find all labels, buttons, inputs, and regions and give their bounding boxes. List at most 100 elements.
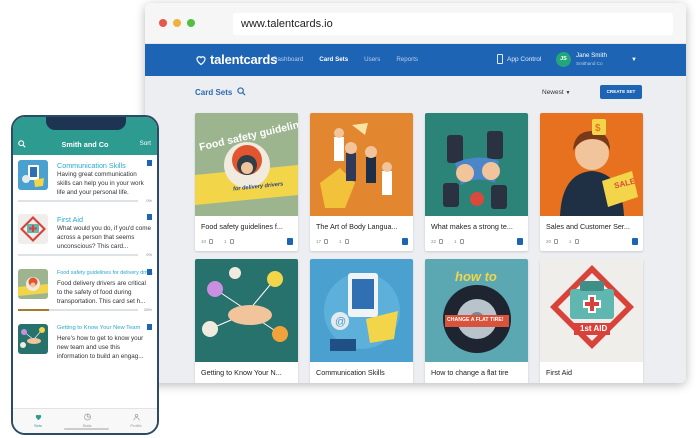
tab-sets-label: Sets [33,423,42,428]
item-title: Food safety guidelines for delivery driv… [57,270,154,276]
card-image: how to CHANGE A FLAT TIRE! [425,259,528,362]
card-meta: 20 1 [546,239,579,244]
heart-icon [196,55,206,65]
list-item[interactable]: Getting to Know Your New Team Here's how… [18,324,152,374]
card-image [425,113,528,216]
tab-stats[interactable]: Stats [72,413,102,428]
status-badge [287,238,293,245]
card-title: Food safety guidelines f... [201,222,283,231]
search-icon[interactable] [237,87,246,96]
item-thumbnail [18,324,48,354]
nav-links: Dashboard Card Sets Users Reports [273,56,418,63]
create-set-button[interactable]: CREATE SET [600,85,642,99]
card-title: Communication Skills [316,368,385,377]
phone-title: Smith and Co [61,140,109,149]
tab-profile[interactable]: Profile [121,413,151,428]
item-thumbnail [18,269,48,299]
sort-dropdown[interactable]: Newest ▼ [542,89,570,96]
avatar[interactable]: JS [556,52,571,67]
sort-button[interactable]: Sort [140,140,151,147]
status-badge [147,269,152,275]
nav-card-sets[interactable]: Card Sets [319,56,348,63]
status-badge [517,238,523,245]
users-icon [459,239,464,244]
svg-text:$: $ [595,123,601,134]
tab-sets[interactable]: Sets [23,413,53,428]
browser-window: www.talentcards.io talentcards Dashboard… [145,3,686,383]
pie-chart-icon [83,413,91,421]
card-image: $ SALE [540,113,643,216]
maximize-window-dot[interactable] [187,19,195,27]
nav-users[interactable]: Users [364,56,380,63]
card-set[interactable]: $ SALE Sales and Customer Ser... 20 1 [540,113,643,251]
users-count: 1 [569,239,572,244]
card-image: 1st AID [540,259,643,362]
list-item[interactable]: First Aid What would you do, if you'd co… [18,214,152,264]
svg-text:@: @ [335,316,346,328]
card-set[interactable]: What makes a strong te... 22 1 [425,113,528,251]
card-set[interactable]: @ Communication Skills [310,259,413,383]
users-count: 1 [339,239,342,244]
card-image: @ [310,259,413,362]
card-title: First Aid [546,368,572,377]
user-company: Smithand Co [576,61,603,66]
tab-profile-label: Profile [130,423,142,428]
sort-label: Newest [542,89,564,96]
card-title: How to change a flat tire [431,368,509,377]
list-item[interactable]: Communication Skills Having great commun… [18,160,152,210]
card-set[interactable]: how to CHANGE A FLAT TIRE! How to change… [425,259,528,383]
mobile-phone: Smith and Co Sort Communication Skills H… [11,115,159,435]
nav-dashboard[interactable]: Dashboard [273,56,303,63]
chevron-down-icon[interactable]: ▼ [631,57,637,63]
card-set[interactable]: Food safety guidelines for delivery driv… [195,113,298,251]
cards-count: 17 [316,239,322,244]
card-set[interactable]: Getting to Know Your N... [195,259,298,383]
page-title: Card Sets [195,88,233,97]
user-icon [133,414,139,421]
app-control-button[interactable]: App Control [497,54,541,64]
mobile-phone-icon [497,54,503,64]
list-item[interactable]: Food safety guidelines for delivery driv… [18,269,154,319]
progress-bar [18,254,138,256]
chevron-down-icon: ▼ [565,90,571,96]
status-badge [402,238,408,245]
card-title: The Art of Body Langua... [316,222,398,231]
phone-notch [46,117,126,130]
card-title: Getting to Know Your N... [201,368,282,377]
logo[interactable]: talentcards [195,52,277,67]
phone-header: Smith and Co Sort [13,117,157,155]
cards-count: 22 [431,239,437,244]
user-menu[interactable]: Jane Smith Smithand Co [576,52,607,68]
status-badge [147,160,152,166]
card-meta: 17 1 [316,239,349,244]
change-flat-tire-text: CHANGE A FLAT TIRE! [447,317,504,323]
top-nav: talentcards Dashboard Card Sets Users Re… [145,44,686,76]
home-indicator [64,428,109,430]
cards-icon [439,239,444,244]
card-meta: 22 1 [431,239,464,244]
item-description: What would you do, if you'd come across … [57,225,151,250]
users-icon [229,239,234,244]
item-description: Food delivery drivers are critical to th… [57,280,146,305]
item-title: Getting to Know Your New Team [57,325,141,331]
card-title: Sales and Customer Ser... [546,222,630,231]
users-count: 1 [454,239,457,244]
item-thumbnail [18,160,48,190]
close-window-dot[interactable] [159,19,167,27]
main-content: Card Sets Newest ▼ CREATE SET Food safet… [145,76,686,383]
status-badge [632,238,638,245]
bottom-tab-bar: Sets Stats Profile [13,408,157,433]
user-name: Jane Smith [576,52,607,59]
address-bar[interactable]: www.talentcards.io [233,13,673,35]
card-image [310,113,413,216]
item-description: Here's how to get to know your new team … [57,335,144,360]
browser-chrome: www.talentcards.io [145,3,686,44]
cards-count: 10 [201,239,207,244]
users-icon [344,239,349,244]
nav-reports[interactable]: Reports [396,56,418,63]
progress-percent: 26% [143,307,152,312]
minimize-window-dot[interactable] [173,19,181,27]
card-set[interactable]: 1st AID First Aid [540,259,643,383]
how-to-text: how to [455,269,497,284]
card-set[interactable]: The Art of Body Langua... 17 1 [310,113,413,251]
